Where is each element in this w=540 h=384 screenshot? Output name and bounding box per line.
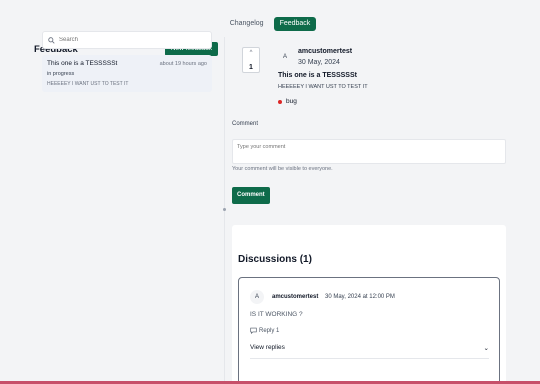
comment-hint: Your comment will be visible to everyone… <box>232 166 333 172</box>
feedback-item-time: about 19 hours ago <box>159 61 207 67</box>
discussions-panel: Discussions (1) A amcustomertest 30 May,… <box>232 225 506 384</box>
feedback-list-item[interactable]: This one is a TESSSSSt about 19 hours ag… <box>42 55 212 92</box>
avatar: A <box>250 290 264 304</box>
post-body: HEEEEEY I WANT UST TO TEST IT <box>278 84 368 90</box>
avatar: A <box>278 50 292 64</box>
post-author: amcustomertest <box>298 48 353 55</box>
search-input[interactable] <box>59 37 199 43</box>
view-replies-label: View replies <box>250 344 285 351</box>
view-replies-toggle[interactable]: View replies ⌄ <box>250 344 489 359</box>
post-date: 30 May, 2024 <box>298 59 340 66</box>
post-tag: bug <box>278 98 297 105</box>
post-title: This one is a TESSSSSt <box>278 72 357 79</box>
feedback-item-status: in progress <box>47 71 75 77</box>
comment-button[interactable]: Comment <box>232 187 270 204</box>
tab-feedback[interactable]: Feedback <box>273 17 317 31</box>
comment-label: Comment <box>232 121 259 127</box>
discussions-title: Discussions (1) <box>238 254 312 265</box>
tag-label: bug <box>286 98 297 105</box>
chevron-down-icon: ⌄ <box>483 345 489 352</box>
discussion-date: 30 May, 2024 at 12:00 PM <box>325 294 395 300</box>
upvote-button[interactable]: ^ 1 <box>242 47 260 73</box>
search-box[interactable] <box>42 31 212 49</box>
reply-button[interactable]: Reply 1 <box>250 327 279 334</box>
discussion-body: IS IT WORKING ? <box>250 311 303 318</box>
feedback-detail: ^ 1 A amcustomertest 30 May, 2024 This o… <box>226 37 540 384</box>
chevron-up-icon: ^ <box>249 50 253 56</box>
comment-input[interactable] <box>232 139 506 164</box>
search-icon <box>48 36 55 44</box>
tag-dot-icon <box>278 99 282 104</box>
discussion-author: amcustomertest <box>272 294 319 300</box>
feedback-item-description: HEEEEEY I WANT UST TO TEST IT <box>47 81 129 87</box>
reply-label: Reply 1 <box>259 327 280 334</box>
tab-changelog[interactable]: Changelog <box>224 17 270 31</box>
top-nav: Changelog Feedback <box>0 17 540 31</box>
vote-count: 1 <box>249 64 253 71</box>
comment-icon <box>250 327 257 334</box>
discussion-item: A amcustomertest 30 May, 2024 at 12:00 P… <box>238 277 500 384</box>
